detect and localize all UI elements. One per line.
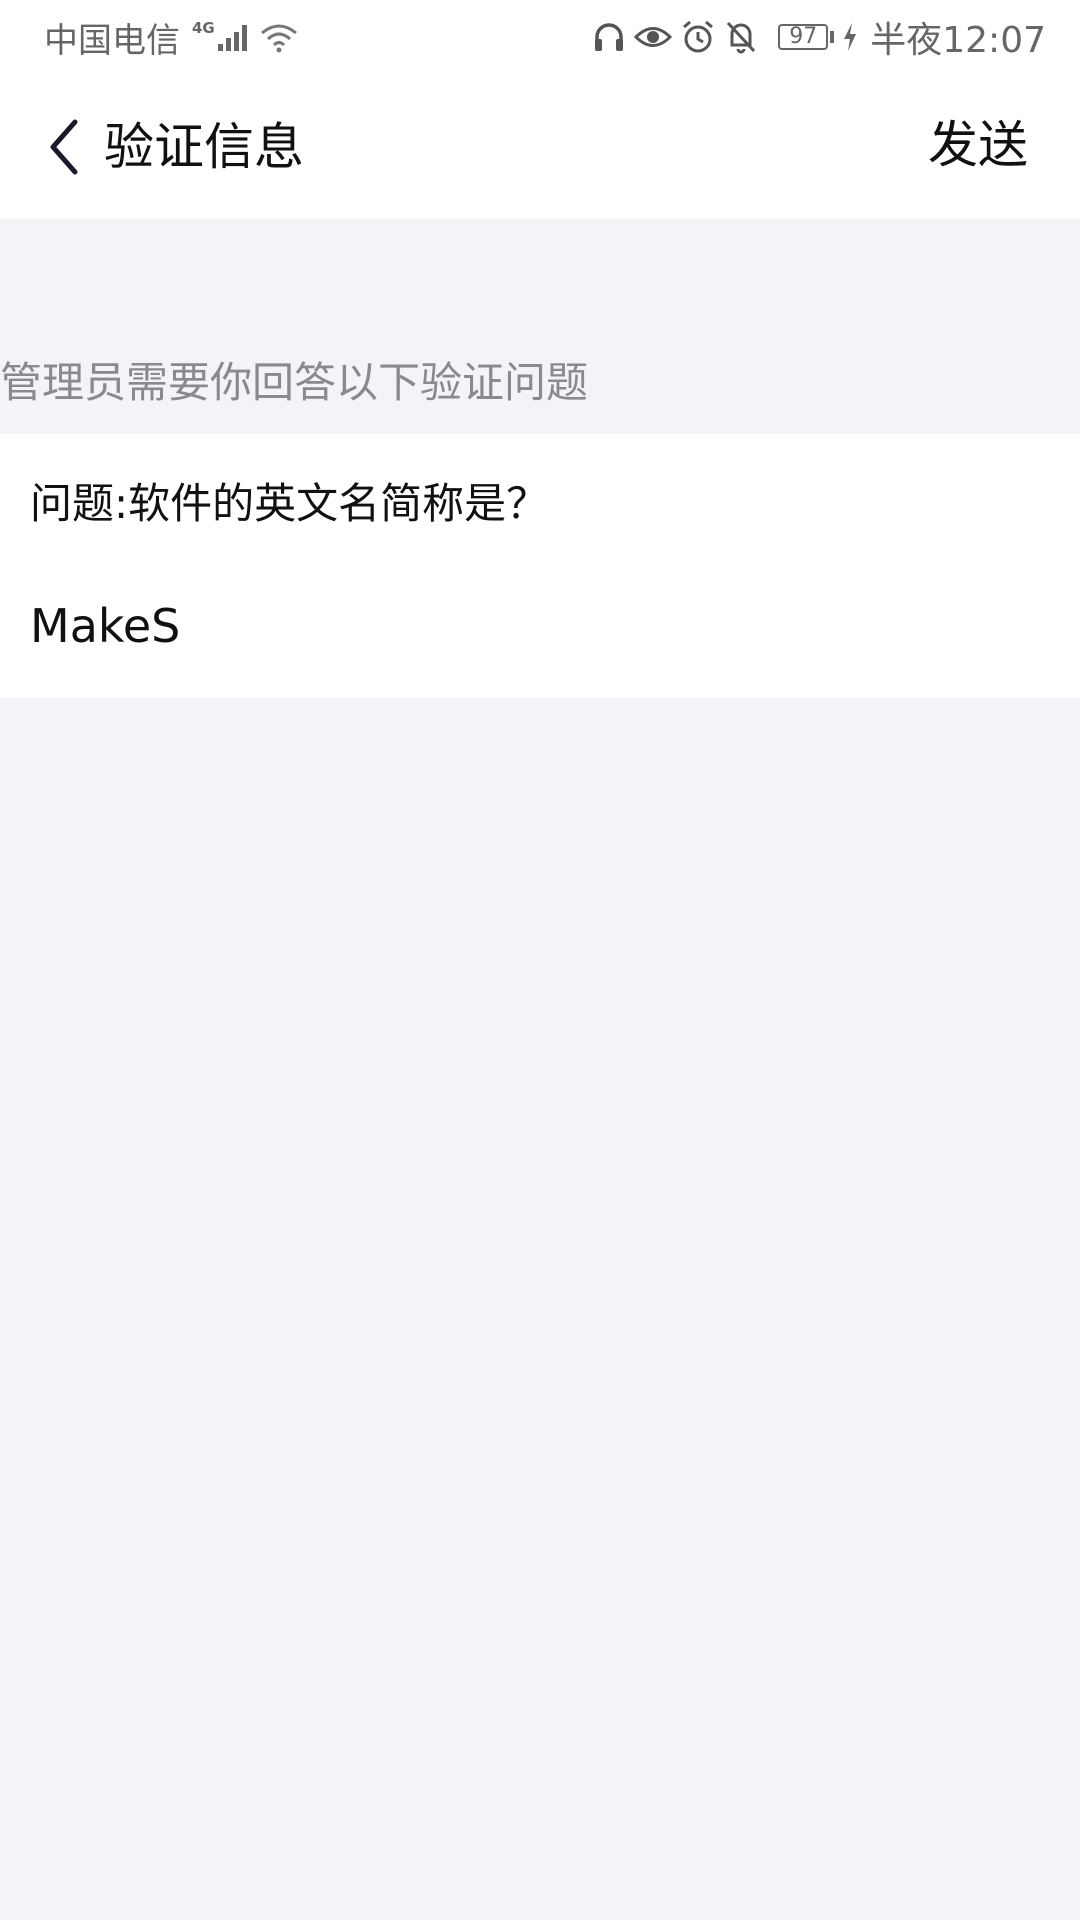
headphones-icon xyxy=(592,20,626,54)
page-title: 验证信息 xyxy=(104,118,304,176)
verification-hint: 管理员需要你回答以下验证问题 xyxy=(0,358,589,407)
nav-bar: 验证信息 发送 xyxy=(0,74,1080,219)
alarm-icon xyxy=(680,19,716,55)
status-bar: 中国电信 4G 97 半夜12:07 xyxy=(0,0,1080,74)
status-time: 半夜12:07 xyxy=(870,20,1046,61)
signal-icon xyxy=(217,22,251,52)
send-button[interactable]: 发送 xyxy=(928,108,1028,182)
status-left: 中国电信 4G xyxy=(44,13,299,62)
status-right: 97 半夜12:07 xyxy=(592,11,1046,63)
question-text: 问题:软件的英文名简称是？ xyxy=(30,479,549,528)
carrier-name: 中国电信 xyxy=(44,20,180,61)
battery-cap xyxy=(830,31,835,43)
answer-input[interactable] xyxy=(30,594,1030,658)
back-icon[interactable] xyxy=(42,114,86,180)
wifi-icon xyxy=(259,21,299,53)
battery-level: 97 xyxy=(778,24,829,50)
eye-icon xyxy=(634,22,673,52)
bell-off-icon xyxy=(724,19,758,55)
charging-icon xyxy=(842,22,858,52)
qa-card: 问题:软件的英文名简称是？ xyxy=(0,434,1080,698)
network-type: 4G xyxy=(192,19,215,37)
battery-icon: 97 xyxy=(778,24,835,50)
